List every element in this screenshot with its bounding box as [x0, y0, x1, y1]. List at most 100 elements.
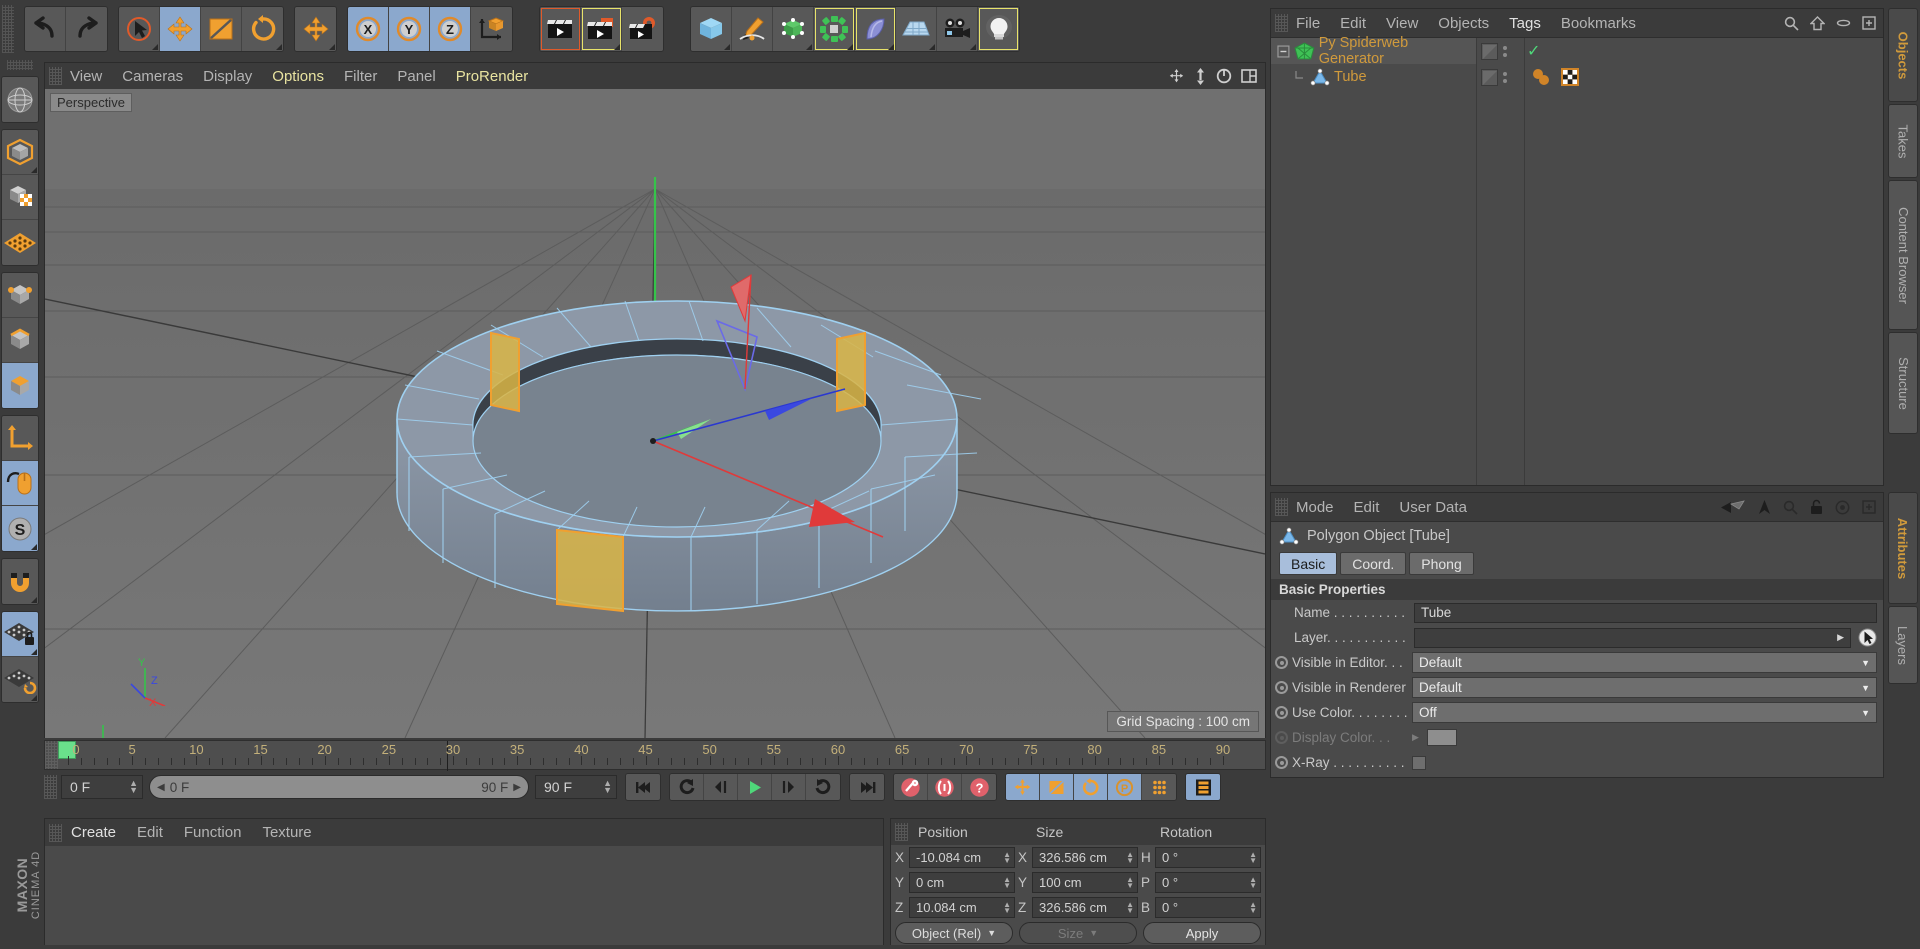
- attribute-manager-grip[interactable]: [1275, 498, 1288, 516]
- back-arrow-icon[interactable]: [1720, 499, 1746, 515]
- expand-collapse-icon[interactable]: [1277, 44, 1290, 58]
- viewport-3d[interactable]: Y Z X Perspective Grid Spacing : 100 cm: [45, 89, 1265, 738]
- apply-button[interactable]: Apply: [1143, 922, 1261, 944]
- layer-field[interactable]: ▶: [1414, 627, 1851, 648]
- texture-mode-icon[interactable]: [2, 175, 38, 220]
- vtab-objects[interactable]: Objects: [1888, 8, 1918, 102]
- object-menu-tags[interactable]: Tags: [1509, 15, 1541, 32]
- toolbar-grip[interactable]: [2, 5, 14, 53]
- size-y-spinner[interactable]: ▲ ▼: [1126, 875, 1134, 889]
- object-menu-file[interactable]: File: [1296, 15, 1320, 32]
- visibility-row-spiderweb[interactable]: [1477, 38, 1524, 64]
- play-icon[interactable]: [738, 774, 772, 800]
- pla-key-icon[interactable]: [1142, 774, 1176, 800]
- target-icon[interactable]: [1835, 500, 1850, 515]
- object-axis-icon[interactable]: [2, 416, 38, 461]
- timeline-grip[interactable]: [45, 741, 58, 769]
- rot-b-spinner[interactable]: ▲ ▼: [1249, 900, 1257, 914]
- spline-pen-icon[interactable]: [732, 7, 773, 51]
- check-icon[interactable]: ✓: [1527, 41, 1540, 61]
- object-menu-objects[interactable]: Objects: [1438, 15, 1489, 32]
- size-z-spinner[interactable]: ▲ ▼: [1126, 900, 1134, 914]
- pos-x-spinner[interactable]: ▲ ▼: [1003, 850, 1011, 864]
- tab-basic[interactable]: Basic: [1279, 552, 1338, 575]
- search-icon[interactable]: [1783, 500, 1798, 515]
- tab-phong[interactable]: Phong: [1409, 552, 1474, 575]
- move-view-icon[interactable]: [1168, 68, 1185, 85]
- pos-y-field[interactable]: 0 cm ▲ ▼: [909, 872, 1015, 893]
- viewport-menu-grip[interactable]: [49, 67, 62, 85]
- scale-view-icon[interactable]: [1194, 67, 1207, 85]
- pos-z-field[interactable]: 10.084 cm ▲ ▼: [909, 897, 1015, 918]
- environment-icon[interactable]: [896, 7, 937, 51]
- material-menu-edit[interactable]: Edit: [137, 824, 163, 841]
- radio-visible-editor-icon[interactable]: [1275, 656, 1288, 669]
- render-view-icon[interactable]: [540, 7, 581, 51]
- pos-z-spinner[interactable]: ▲ ▼: [1003, 900, 1011, 914]
- previous-key-icon[interactable]: [670, 774, 704, 800]
- rot-p-spinner[interactable]: ▲ ▼: [1249, 875, 1257, 889]
- workplane-mode-icon[interactable]: [2, 220, 38, 265]
- object-tree[interactable]: Py Spiderweb Generator Tube: [1271, 35, 1477, 485]
- layer-picker-icon[interactable]: [1858, 628, 1877, 647]
- viewport-menu-cameras[interactable]: Cameras: [122, 68, 183, 85]
- cube-primitive-icon[interactable]: [691, 7, 732, 51]
- visible-editor-dropdown[interactable]: Default ▼: [1412, 652, 1877, 673]
- workplane-lock-icon[interactable]: [2, 612, 38, 657]
- visibility-toggle-icon-2[interactable]: [1481, 68, 1498, 86]
- rot-b-field[interactable]: 0 ° ▲ ▼: [1155, 897, 1261, 918]
- magnet-icon[interactable]: [2, 559, 38, 604]
- vtab-takes[interactable]: Takes: [1888, 104, 1918, 178]
- size-x-field[interactable]: 326.586 cm ▲ ▼: [1032, 847, 1138, 868]
- name-field[interactable]: Tube: [1414, 602, 1877, 623]
- snap-mode-icon[interactable]: S: [2, 506, 38, 551]
- step-back-icon[interactable]: [704, 774, 738, 800]
- viewport-menu-options[interactable]: Options: [272, 68, 324, 85]
- object-menu-edit[interactable]: Edit: [1340, 15, 1366, 32]
- radio-use-color-icon[interactable]: [1275, 706, 1288, 719]
- y-axis-icon[interactable]: Y: [389, 7, 430, 51]
- up-arrow-icon[interactable]: [1758, 499, 1771, 515]
- visibility-toggle-icon[interactable]: [1481, 42, 1498, 60]
- attribute-menu-user-data[interactable]: User Data: [1399, 499, 1467, 516]
- points-mode-icon[interactable]: [2, 273, 38, 318]
- vtab-structure[interactable]: Structure: [1888, 332, 1918, 434]
- object-menu-bookmarks[interactable]: Bookmarks: [1561, 15, 1636, 32]
- keyframe-selection-icon[interactable]: ?: [962, 774, 996, 800]
- home-icon[interactable]: [1810, 15, 1825, 31]
- range-left-arrow[interactable]: ◀: [157, 782, 165, 793]
- pos-x-field[interactable]: -10.084 cm ▲ ▼: [909, 847, 1015, 868]
- size-x-spinner[interactable]: ▲ ▼: [1126, 850, 1134, 864]
- pos-y-spinner[interactable]: ▲ ▼: [1003, 875, 1011, 889]
- coordinate-mode-dropdown[interactable]: Object (Rel) ▼: [895, 922, 1013, 944]
- xray-checkbox[interactable]: [1412, 755, 1426, 770]
- polygons-mode-icon[interactable]: [2, 363, 38, 408]
- go-to-start-icon[interactable]: [626, 774, 660, 800]
- x-axis-icon[interactable]: X: [348, 7, 389, 51]
- end-frame-spinner[interactable]: ▲ ▼: [603, 779, 612, 795]
- next-key-icon[interactable]: [806, 774, 840, 800]
- object-manager-grip[interactable]: [1275, 14, 1288, 32]
- z-axis-icon[interactable]: Z: [430, 7, 471, 51]
- rotate-view-icon[interactable]: [1216, 68, 1232, 84]
- search-icon[interactable]: [1784, 16, 1799, 31]
- go-to-end-icon[interactable]: [850, 774, 884, 800]
- material-list[interactable]: [45, 846, 883, 945]
- current-frame-spinner[interactable]: ▲ ▼: [129, 779, 138, 795]
- timeline-ruler[interactable]: 0 5 10 15 20 25 30 35 40 45 50 55 60 65 70 75 80 85 90: [44, 740, 1266, 771]
- mograph-icon[interactable]: [814, 7, 855, 51]
- record-key-icon[interactable]: [894, 774, 928, 800]
- use-color-dropdown[interactable]: Off ▼: [1412, 702, 1877, 723]
- scale-icon[interactable]: [201, 7, 242, 51]
- current-frame-field[interactable]: 0 F ▲ ▼: [61, 775, 143, 799]
- material-menu-texture[interactable]: Texture: [262, 824, 311, 841]
- radio-visible-renderer-icon[interactable]: [1275, 681, 1288, 694]
- vtab-attributes[interactable]: Attributes: [1888, 492, 1918, 604]
- rot-h-spinner[interactable]: ▲ ▼: [1249, 850, 1257, 864]
- visibility-dots-icon[interactable]: [1503, 45, 1507, 57]
- live-selection-icon[interactable]: [119, 7, 160, 51]
- material-menu-function[interactable]: Function: [184, 824, 242, 841]
- texture-tag-icon[interactable]: [1560, 67, 1580, 87]
- light-icon[interactable]: [978, 7, 1019, 51]
- camera-icon[interactable]: [937, 7, 978, 51]
